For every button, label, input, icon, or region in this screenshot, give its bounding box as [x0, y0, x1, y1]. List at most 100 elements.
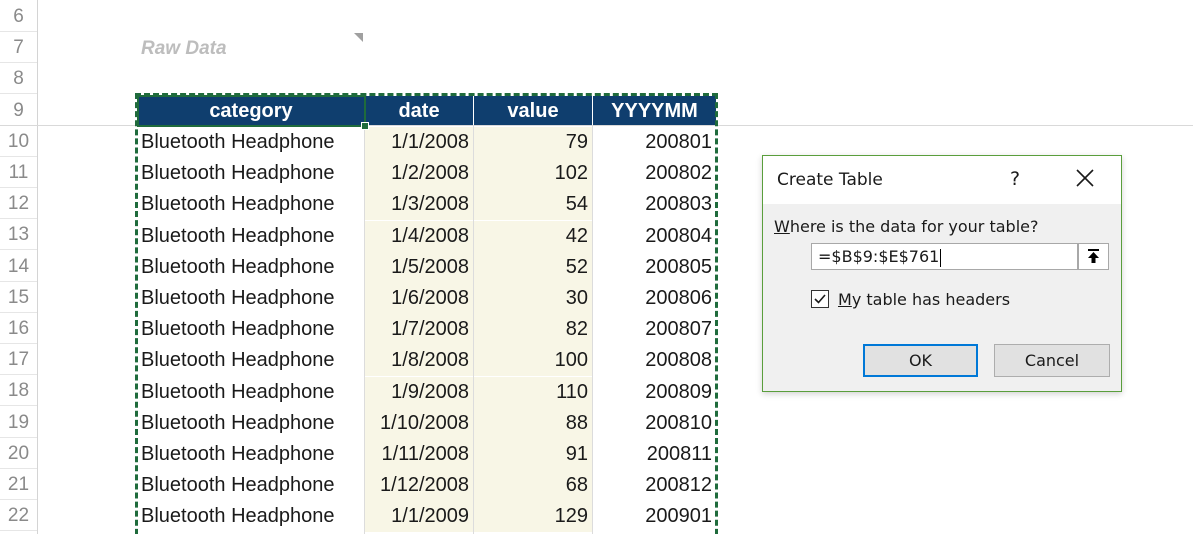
cell-value[interactable]: 82 — [474, 314, 592, 346]
row-number[interactable]: 10 — [0, 126, 37, 157]
cell-date[interactable]: 1/1/2009 — [365, 501, 473, 533]
cell-category[interactable]: Bluetooth Headphone — [138, 345, 364, 376]
cell-category[interactable]: Bluetooth Headphone — [138, 314, 364, 345]
ok-button[interactable]: OK — [863, 344, 978, 377]
cell-yyyymm[interactable]: 200807 — [593, 314, 716, 345]
row-number[interactable]: 18 — [0, 375, 37, 407]
cell-category[interactable]: Bluetooth Headphone — [138, 158, 364, 189]
spreadsheet: 6 7 8 9 10 11 12 13 14 15 16 17 18 19 20 21 22 Raw Data … — [0, 0, 1193, 534]
row-number[interactable]: 8 — [0, 63, 37, 95]
column-divider — [592, 126, 593, 534]
help-button[interactable]: ? — [1005, 168, 1025, 190]
cell-value[interactable]: 88 — [474, 407, 592, 439]
cell-date[interactable]: 1/9/2008 — [365, 376, 473, 408]
cell-yyyymm[interactable]: 200804 — [593, 221, 716, 252]
cell-category[interactable]: Bluetooth Headphone — [138, 408, 364, 439]
cell-category[interactable]: Bluetooth Headphone — [138, 501, 364, 532]
cell-value[interactable]: 110 — [474, 376, 592, 408]
raw-data-label[interactable]: Raw Data — [141, 38, 227, 60]
close-button[interactable] — [1073, 166, 1097, 190]
prompt-text: here is the data for your table? — [789, 217, 1039, 236]
row-number[interactable]: 7 — [0, 32, 37, 64]
row-number[interactable]: 16 — [0, 313, 37, 344]
cell-date[interactable]: 1/4/2008 — [365, 220, 473, 252]
collapse-dialog-icon — [1088, 249, 1099, 263]
cell-value[interactable]: 129 — [474, 501, 592, 533]
cell-yyyymm[interactable]: 200811 — [593, 439, 716, 470]
cell-category[interactable]: Bluetooth Headphone — [138, 127, 364, 158]
checkbox-text: y table has headers — [851, 290, 1011, 309]
header-date[interactable]: date — [365, 96, 474, 126]
data-range-input[interactable]: =$B$9:$E$761 — [811, 243, 1078, 270]
close-icon — [1076, 169, 1094, 187]
cell-yyyymm[interactable]: 200803 — [593, 189, 716, 220]
cell-date[interactable]: 1/2/2008 — [365, 158, 473, 190]
header-value[interactable]: value — [474, 96, 593, 126]
row-number[interactable]: 15 — [0, 282, 37, 313]
cell-date[interactable]: 1/10/2008 — [365, 407, 473, 439]
cell-category[interactable]: Bluetooth Headphone — [138, 221, 364, 252]
header-category[interactable]: category — [138, 96, 365, 126]
cell-value[interactable]: 100 — [474, 345, 592, 377]
row-number[interactable]: 11 — [0, 157, 37, 188]
row-number[interactable]: 9 — [0, 95, 37, 126]
cell-date[interactable]: 1/3/2008 — [365, 189, 473, 221]
freeze-pane-line — [0, 125, 1193, 126]
checkmark-icon — [814, 294, 826, 304]
dialog-title: Create Table — [777, 170, 883, 190]
cell-date[interactable]: 1/1/2008 — [365, 127, 473, 158]
cell-yyyymm[interactable]: 200809 — [593, 377, 716, 408]
headers-checkbox[interactable] — [811, 290, 829, 308]
row-number[interactable]: 17 — [0, 344, 37, 376]
cell-value[interactable]: 54 — [474, 189, 592, 221]
row-number[interactable]: 13 — [0, 219, 37, 251]
cell-yyyymm[interactable]: 200801 — [593, 127, 716, 158]
cell-value[interactable]: 79 — [474, 127, 592, 158]
cell-date[interactable]: 1/6/2008 — [365, 283, 473, 314]
cell-yyyymm[interactable]: 200805 — [593, 252, 716, 283]
row-number[interactable]: 14 — [0, 251, 37, 282]
header-yyyymm[interactable]: YYYYMM — [593, 96, 716, 126]
cell-date[interactable]: 1/12/2008 — [365, 470, 473, 502]
row-header-divider — [37, 0, 38, 534]
cell-category[interactable]: Bluetooth Headphone — [138, 377, 364, 408]
cell-value[interactable]: 52 — [474, 251, 592, 283]
cell-value[interactable]: 91 — [474, 439, 592, 470]
row-number[interactable]: 21 — [0, 469, 37, 500]
text-caret — [940, 248, 942, 267]
data-range-prompt: Where is the data for your table? — [774, 217, 1038, 236]
row-header-column: 6 7 8 9 10 11 12 13 14 15 16 17 18 19 20 21 22 — [0, 0, 37, 534]
cell-yyyymm[interactable]: 200901 — [593, 501, 716, 532]
headers-checkbox-label[interactable]: My table has headers — [838, 290, 1010, 309]
cell-value[interactable]: 102 — [474, 158, 592, 190]
cell-yyyymm[interactable]: 200810 — [593, 408, 716, 439]
row-number[interactable]: 20 — [0, 438, 37, 469]
cell-yyyymm[interactable]: 200808 — [593, 345, 716, 376]
column-divider — [473, 126, 474, 534]
cell-date[interactable]: 1/5/2008 — [365, 251, 473, 283]
cell-yyyymm[interactable]: 200802 — [593, 158, 716, 189]
cell-value[interactable]: 30 — [474, 283, 592, 314]
cell-yyyymm[interactable]: 200812 — [593, 470, 716, 501]
cell-date[interactable]: 1/11/2008 — [365, 439, 473, 470]
cell-date[interactable]: 1/7/2008 — [365, 314, 473, 346]
cell-value[interactable]: 68 — [474, 470, 592, 502]
cell-yyyymm[interactable]: 200806 — [593, 283, 716, 314]
cell-category[interactable]: Bluetooth Headphone — [138, 252, 364, 283]
fill-handle[interactable] — [361, 122, 369, 130]
cell-category[interactable]: Bluetooth Headphone — [138, 439, 364, 470]
collapse-dialog-button[interactable] — [1078, 243, 1109, 270]
cell-category[interactable]: Bluetooth Headphone — [138, 189, 364, 220]
row-number[interactable]: 22 — [0, 500, 37, 532]
comment-marker-icon — [354, 33, 363, 42]
row-number[interactable]: 6 — [0, 1, 37, 32]
row-number[interactable]: 19 — [0, 407, 37, 438]
cell-category[interactable]: Bluetooth Headphone — [138, 470, 364, 501]
create-table-dialog: Create Table ? Where is the data for you… — [762, 155, 1122, 392]
cell-date[interactable]: 1/8/2008 — [365, 345, 473, 377]
row-number[interactable]: 12 — [0, 188, 37, 220]
cell-value[interactable]: 42 — [474, 220, 592, 252]
cell-category[interactable]: Bluetooth Headphone — [138, 283, 364, 314]
cancel-button[interactable]: Cancel — [994, 344, 1110, 377]
dialog-titlebar[interactable]: Create Table ? — [763, 156, 1121, 204]
